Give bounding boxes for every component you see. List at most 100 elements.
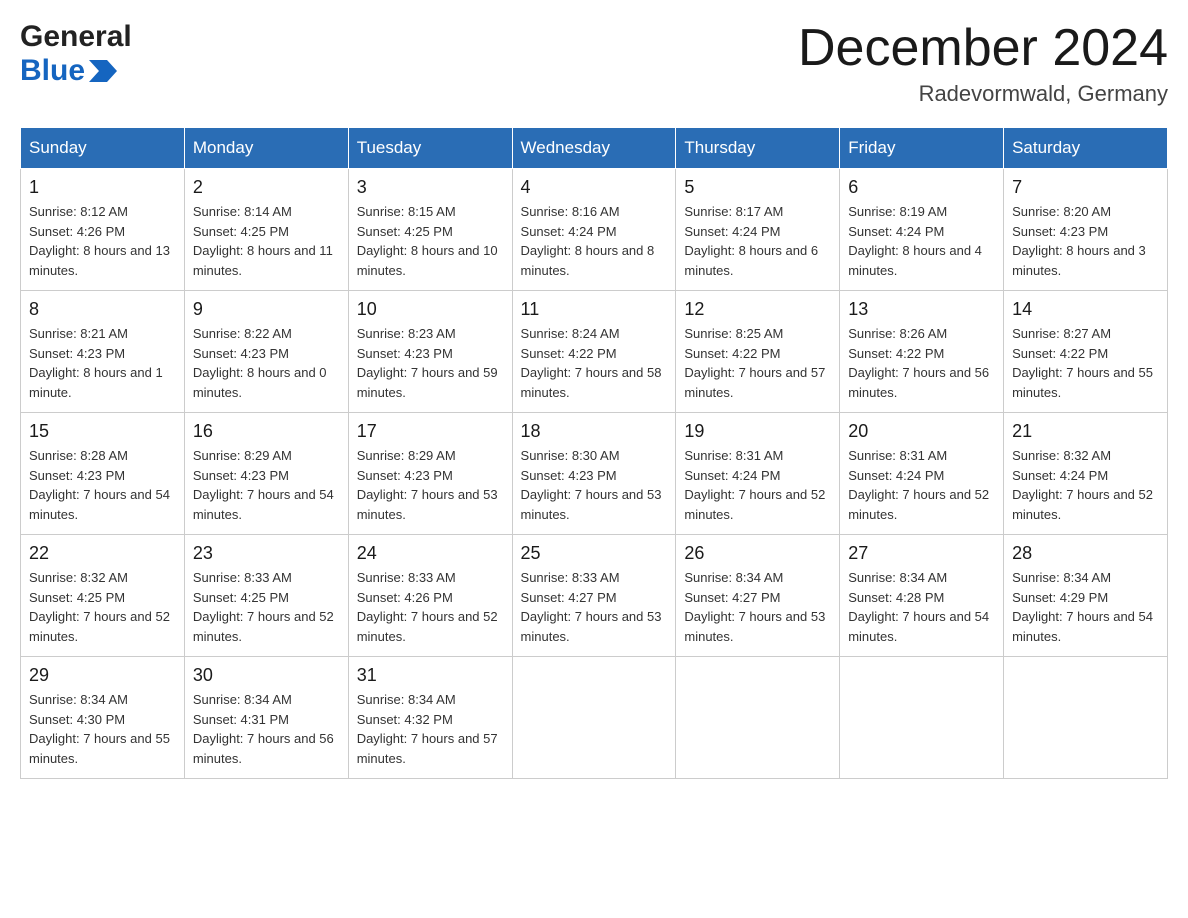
day-info: Sunrise: 8:29 AMSunset: 4:23 PMDaylight:… xyxy=(357,446,504,524)
calendar-header: Sunday Monday Tuesday Wednesday Thursday… xyxy=(21,128,1168,169)
day-number: 20 xyxy=(848,421,995,442)
calendar-cell: 22Sunrise: 8:32 AMSunset: 4:25 PMDayligh… xyxy=(21,535,185,657)
calendar-cell: 9 Sunrise: 8:22 AMSunset: 4:23 PMDaylight… xyxy=(184,291,348,413)
day-info: Sunrise: 8:20 AMSunset: 4:23 PMDaylight:… xyxy=(1012,202,1159,280)
day-info: Sunrise: 8:33 AMSunset: 4:26 PMDaylight:… xyxy=(357,568,504,646)
calendar-cell: 4Sunrise: 8:16 AMSunset: 4:24 PMDaylight… xyxy=(512,169,676,291)
day-number: 12 xyxy=(684,299,831,320)
week-row-4: 22Sunrise: 8:32 AMSunset: 4:25 PMDayligh… xyxy=(21,535,1168,657)
day-info: Sunrise: 8:12 AMSunset: 4:26 PMDaylight:… xyxy=(29,202,176,280)
day-number: 15 xyxy=(29,421,176,442)
day-info: Sunrise: 8:14 AMSunset: 4:25 PMDaylight:… xyxy=(193,202,340,280)
day-number: 16 xyxy=(193,421,340,442)
header-tuesday: Tuesday xyxy=(348,128,512,169)
calendar-cell: 16 Sunrise: 8:29 AMSunset: 4:23 PMDayligh… xyxy=(184,413,348,535)
day-info: Sunrise: 8:29 AMSunset: 4:23 PMDaylight:… xyxy=(193,446,340,524)
day-number: 10 xyxy=(357,299,504,320)
calendar-cell: 29 Sunrise: 8:34 AMSunset: 4:30 PMDayligh… xyxy=(21,657,185,779)
calendar-cell: 12Sunrise: 8:25 AMSunset: 4:22 PMDayligh… xyxy=(676,291,840,413)
day-info: Sunrise: 8:24 AMSunset: 4:22 PMDaylight:… xyxy=(521,324,668,402)
day-number: 18 xyxy=(521,421,668,442)
calendar-cell: 19Sunrise: 8:31 AMSunset: 4:24 PMDayligh… xyxy=(676,413,840,535)
day-info: Sunrise: 8:32 AMSunset: 4:24 PMDaylight:… xyxy=(1012,446,1159,524)
day-number: 1 xyxy=(29,177,176,198)
day-number: 29 xyxy=(29,665,176,686)
calendar-cell: 11 Sunrise: 8:24 AMSunset: 4:22 PMDayligh… xyxy=(512,291,676,413)
logo-arrow-icon xyxy=(89,60,117,82)
day-info: Sunrise: 8:33 AMSunset: 4:25 PMDaylight:… xyxy=(193,568,340,646)
calendar-cell: 24 Sunrise: 8:33 AMSunset: 4:26 PMDayligh… xyxy=(348,535,512,657)
month-title: December 2024 xyxy=(798,20,1168,77)
day-info: Sunrise: 8:28 AMSunset: 4:23 PMDaylight:… xyxy=(29,446,176,524)
day-number: 9 xyxy=(193,299,340,320)
day-info: Sunrise: 8:26 AMSunset: 4:22 PMDaylight:… xyxy=(848,324,995,402)
calendar-cell: 20Sunrise: 8:31 AMSunset: 4:24 PMDayligh… xyxy=(840,413,1004,535)
day-info: Sunrise: 8:23 AMSunset: 4:23 PMDaylight:… xyxy=(357,324,504,402)
calendar-cell: 14 Sunrise: 8:27 AMSunset: 4:22 PMDayligh… xyxy=(1004,291,1168,413)
calendar-cell: 8 Sunrise: 8:21 AMSunset: 4:23 PMDaylight… xyxy=(21,291,185,413)
calendar-cell xyxy=(512,657,676,779)
day-info: Sunrise: 8:30 AMSunset: 4:23 PMDaylight:… xyxy=(521,446,668,524)
day-number: 21 xyxy=(1012,421,1159,442)
day-number: 27 xyxy=(848,543,995,564)
header-thursday: Thursday xyxy=(676,128,840,169)
calendar-cell: 15 Sunrise: 8:28 AMSunset: 4:23 PMDayligh… xyxy=(21,413,185,535)
calendar-cell: 23 Sunrise: 8:33 AMSunset: 4:25 PMDayligh… xyxy=(184,535,348,657)
day-number: 3 xyxy=(357,177,504,198)
day-info: Sunrise: 8:34 AMSunset: 4:30 PMDaylight:… xyxy=(29,690,176,768)
calendar-cell: 28Sunrise: 8:34 AMSunset: 4:29 PMDayligh… xyxy=(1004,535,1168,657)
week-row-5: 29 Sunrise: 8:34 AMSunset: 4:30 PMDayligh… xyxy=(21,657,1168,779)
logo-blue: Blue xyxy=(20,54,132,88)
calendar-table: Sunday Monday Tuesday Wednesday Thursday… xyxy=(20,127,1168,779)
day-info: Sunrise: 8:34 AMSunset: 4:27 PMDaylight:… xyxy=(684,568,831,646)
header-sunday: Sunday xyxy=(21,128,185,169)
day-number: 30 xyxy=(193,665,340,686)
header-monday: Monday xyxy=(184,128,348,169)
day-info: Sunrise: 8:32 AMSunset: 4:25 PMDaylight:… xyxy=(29,568,176,646)
day-number: 14 xyxy=(1012,299,1159,320)
day-number: 8 xyxy=(29,299,176,320)
location: Radevormwald, Germany xyxy=(798,81,1168,107)
header-wednesday: Wednesday xyxy=(512,128,676,169)
day-number: 5 xyxy=(684,177,831,198)
logo-general: General xyxy=(20,20,132,54)
day-info: Sunrise: 8:22 AMSunset: 4:23 PMDaylight:… xyxy=(193,324,340,402)
calendar-cell: 7Sunrise: 8:20 AMSunset: 4:23 PMDaylight… xyxy=(1004,169,1168,291)
calendar-cell: 2 Sunrise: 8:14 AMSunset: 4:25 PMDaylight… xyxy=(184,169,348,291)
day-info: Sunrise: 8:19 AMSunset: 4:24 PMDaylight:… xyxy=(848,202,995,280)
day-number: 13 xyxy=(848,299,995,320)
day-number: 17 xyxy=(357,421,504,442)
calendar-cell: 21 Sunrise: 8:32 AMSunset: 4:24 PMDayligh… xyxy=(1004,413,1168,535)
day-info: Sunrise: 8:34 AMSunset: 4:28 PMDaylight:… xyxy=(848,568,995,646)
calendar-cell: 5 Sunrise: 8:17 AMSunset: 4:24 PMDaylight… xyxy=(676,169,840,291)
page-header: General Blue December 2024 Radevormwald,… xyxy=(20,20,1168,107)
calendar-cell: 17 Sunrise: 8:29 AMSunset: 4:23 PMDayligh… xyxy=(348,413,512,535)
logo: General Blue xyxy=(20,20,132,88)
header-friday: Friday xyxy=(840,128,1004,169)
day-info: Sunrise: 8:34 AMSunset: 4:32 PMDaylight:… xyxy=(357,690,504,768)
calendar-cell: 30 Sunrise: 8:34 AMSunset: 4:31 PMDayligh… xyxy=(184,657,348,779)
calendar-cell: 18 Sunrise: 8:30 AMSunset: 4:23 PMDayligh… xyxy=(512,413,676,535)
day-info: Sunrise: 8:15 AMSunset: 4:25 PMDaylight:… xyxy=(357,202,504,280)
day-number: 11 xyxy=(521,299,668,320)
day-number: 24 xyxy=(357,543,504,564)
day-info: Sunrise: 8:27 AMSunset: 4:22 PMDaylight:… xyxy=(1012,324,1159,402)
day-number: 6 xyxy=(848,177,995,198)
calendar-cell: 1 Sunrise: 8:12 AMSunset: 4:26 PMDaylight… xyxy=(21,169,185,291)
calendar-cell: 31 Sunrise: 8:34 AMSunset: 4:32 PMDayligh… xyxy=(348,657,512,779)
day-number: 31 xyxy=(357,665,504,686)
day-info: Sunrise: 8:21 AMSunset: 4:23 PMDaylight:… xyxy=(29,324,176,402)
calendar-cell xyxy=(1004,657,1168,779)
day-info: Sunrise: 8:17 AMSunset: 4:24 PMDaylight:… xyxy=(684,202,831,280)
day-number: 23 xyxy=(193,543,340,564)
calendar-cell: 25Sunrise: 8:33 AMSunset: 4:27 PMDayligh… xyxy=(512,535,676,657)
header-row: Sunday Monday Tuesday Wednesday Thursday… xyxy=(21,128,1168,169)
day-number: 2 xyxy=(193,177,340,198)
day-info: Sunrise: 8:33 AMSunset: 4:27 PMDaylight:… xyxy=(521,568,668,646)
calendar-cell xyxy=(676,657,840,779)
calendar-cell xyxy=(840,657,1004,779)
day-info: Sunrise: 8:34 AMSunset: 4:31 PMDaylight:… xyxy=(193,690,340,768)
day-number: 4 xyxy=(521,177,668,198)
calendar-cell: 26Sunrise: 8:34 AMSunset: 4:27 PMDayligh… xyxy=(676,535,840,657)
calendar-cell: 3 Sunrise: 8:15 AMSunset: 4:25 PMDaylight… xyxy=(348,169,512,291)
